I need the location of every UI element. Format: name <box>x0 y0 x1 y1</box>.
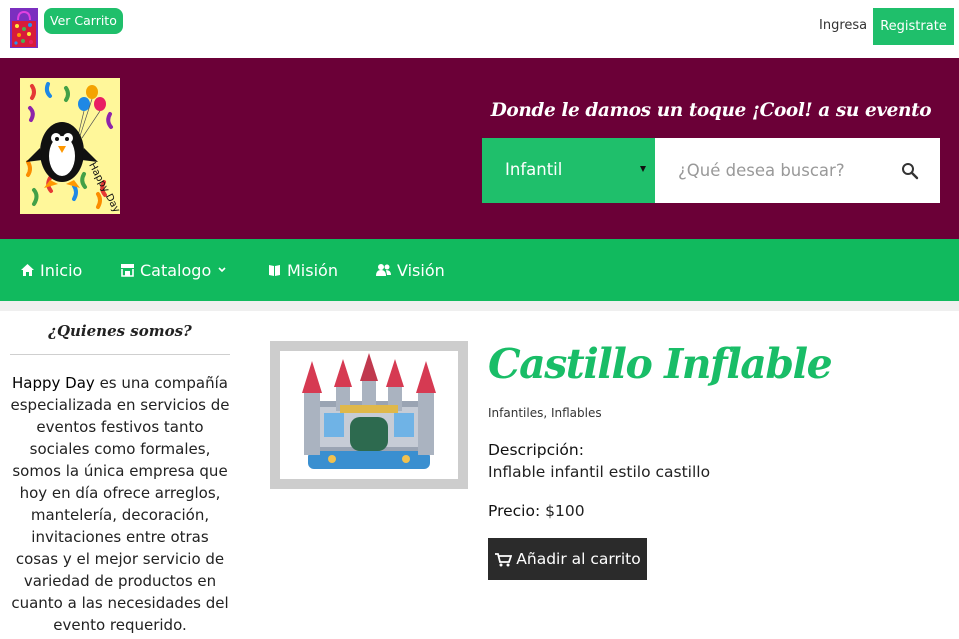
add-to-cart-label: Añadir al carrito <box>516 550 641 568</box>
site-slogan: Donde le damos un toque ¡Cool! a su even… <box>490 100 932 121</box>
price-label: Precio: <box>488 502 541 520</box>
home-icon <box>21 264 34 276</box>
divider <box>0 301 959 311</box>
cart-icon <box>495 552 513 566</box>
about-text: Happy Day es una compañía especializada … <box>10 372 230 636</box>
product-image[interactable] <box>280 351 458 479</box>
store-icon <box>121 264 134 277</box>
login-link[interactable]: Ingresa <box>819 18 867 33</box>
happy-day-logo[interactable]: Happy Day <box>20 78 120 214</box>
caret-down-icon <box>640 166 646 172</box>
bounce-castle-image-icon <box>280 351 458 479</box>
about-title: ¿Quienes somos? <box>48 322 192 340</box>
register-button[interactable]: Registrate <box>873 8 954 45</box>
view-cart-button[interactable]: Ver Carrito <box>44 8 123 34</box>
nav-item-label: Visión <box>397 260 445 280</box>
price-value: $100 <box>545 502 585 520</box>
product-title: Castillo Inflable <box>488 340 833 388</box>
product-description: Inflable infantil estilo castillo <box>488 463 711 481</box>
users-icon <box>376 264 391 276</box>
chevron-down-icon <box>218 267 226 273</box>
description-label: Descripción: <box>488 441 584 459</box>
nav-item-label: Misión <box>287 260 338 280</box>
divider <box>10 354 230 355</box>
top-bar: Ver Carrito Ingresa Registrate <box>0 0 959 58</box>
penguin-logo-icon: Happy Day <box>20 78 120 214</box>
category-select[interactable]: Infantil <box>482 138 655 203</box>
main-nav: Inicio Catalogo Misión Visión <box>0 239 959 301</box>
product-price: Precio: $100 <box>488 502 585 520</box>
nav-item-label: Inicio <box>40 260 83 280</box>
nav-item-catalogo[interactable]: Catalogo <box>120 239 233 301</box>
site-header: Happy Day Donde le damos un toque ¡Cool!… <box>0 58 959 239</box>
nav-item-mision[interactable]: Misión <box>267 239 338 301</box>
nav-item-label: Catalogo <box>140 260 212 280</box>
search-icon[interactable] <box>897 158 923 184</box>
add-to-cart-button[interactable]: Añadir al carrito <box>488 538 647 580</box>
about-description: es una compañía especializada en servici… <box>10 374 230 634</box>
company-name: Happy Day <box>12 374 95 392</box>
product-categories[interactable]: Infantiles, Inflables <box>488 406 602 420</box>
nav-item-vision[interactable]: Visión <box>375 239 445 301</box>
shopping-bag-icon[interactable] <box>10 8 38 48</box>
product-image-frame <box>270 341 468 489</box>
nav-item-inicio[interactable]: Inicio <box>20 239 82 301</box>
book-icon <box>269 265 280 276</box>
category-select-value: Infantil <box>505 160 563 179</box>
